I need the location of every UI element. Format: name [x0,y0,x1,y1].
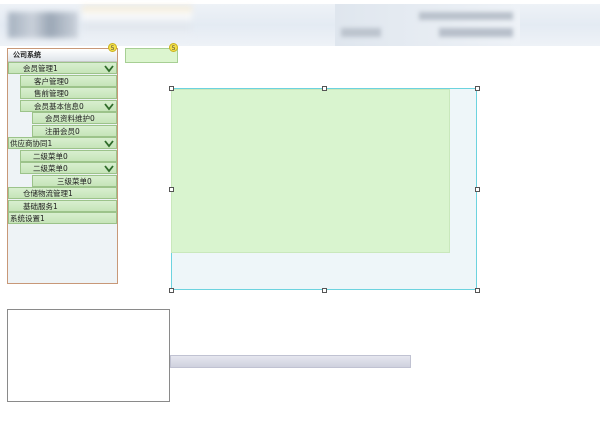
menu-item-label: 售前管理0 [34,89,69,98]
menu-item-label: 二级菜单0 [33,151,68,161]
menu-item-label: 客户管理0 [34,76,69,86]
sidebar-menu-item[interactable]: 供应商协同1 [8,137,117,149]
menu-item-label: 仓储物流管理1 [23,189,73,198]
sidebar-menu-item[interactable]: 客户管理0 [20,74,117,87]
resize-handle-s[interactable] [322,288,327,293]
sidebar-menu-item[interactable]: 基础服务1 [8,199,117,212]
user-info-line-1 [419,12,513,20]
selected-region[interactable] [171,89,450,253]
resize-handle-n[interactable] [322,86,327,91]
chevron-down-icon[interactable] [104,102,114,111]
resize-handle-ne[interactable] [475,86,480,91]
menu-badge: 5 [108,43,117,52]
chevron-down-icon[interactable] [104,139,114,148]
user-info-line-3 [439,28,513,37]
menu-item-label: 注册会员0 [45,126,80,136]
sidebar-menu-item[interactable]: 注册会员0 [32,124,117,137]
menu-item-label: 二级菜单0 [33,164,68,173]
resize-handle-sw[interactable] [169,288,174,293]
menu-item-label: 供应商协同1 [10,139,53,148]
tab-badge: 5 [169,43,178,52]
menu-title: 公司系统 [8,49,117,62]
menu-item-label: 基础服务1 [23,201,58,211]
resize-handle-e[interactable] [475,187,480,192]
resize-handle-nw[interactable] [169,86,174,91]
preview-panel [7,309,170,402]
sidebar-menu-item[interactable]: 会员基本信息0 [20,99,117,112]
resize-handle-w[interactable] [169,187,174,192]
horizontal-bar[interactable] [170,355,411,368]
user-info-panel [335,4,520,46]
sidebar-menu-item[interactable]: 会员资料维护0 [32,112,117,124]
sidebar-menu-item[interactable]: 售前管理0 [20,87,117,99]
sidebar-menu-item[interactable]: 系统设置1 [8,212,117,224]
sidebar-menu: 公司系统 会员管理1 客户管理0 售前管理0 会员基本信息0 会员资料维护0 注册会员0 供… [7,48,118,284]
sidebar-menu-item[interactable]: 仓储物流管理1 [8,187,117,199]
sidebar-menu-item[interactable]: 二级菜单0 [20,162,117,174]
menu-item-label: 系统设置1 [10,214,45,223]
slogan-image [82,6,192,38]
chevron-down-icon[interactable] [104,164,114,173]
menu-item-label: 三级菜单0 [57,176,92,186]
user-info-line-2 [341,28,381,37]
resize-handle-se[interactable] [475,288,480,293]
menu-item-label: 会员基本信息0 [34,101,84,111]
chevron-down-icon[interactable] [104,64,114,73]
logo-image [8,12,78,38]
menu-item-label: 会员管理1 [23,64,58,73]
menu-item-label: 会员资料维护0 [45,114,95,123]
sidebar-menu-item[interactable]: 二级菜单0 [20,149,117,162]
sidebar-menu-item[interactable]: 会员管理1 [8,62,117,74]
sidebar-menu-item[interactable]: 三级菜单0 [32,174,117,187]
